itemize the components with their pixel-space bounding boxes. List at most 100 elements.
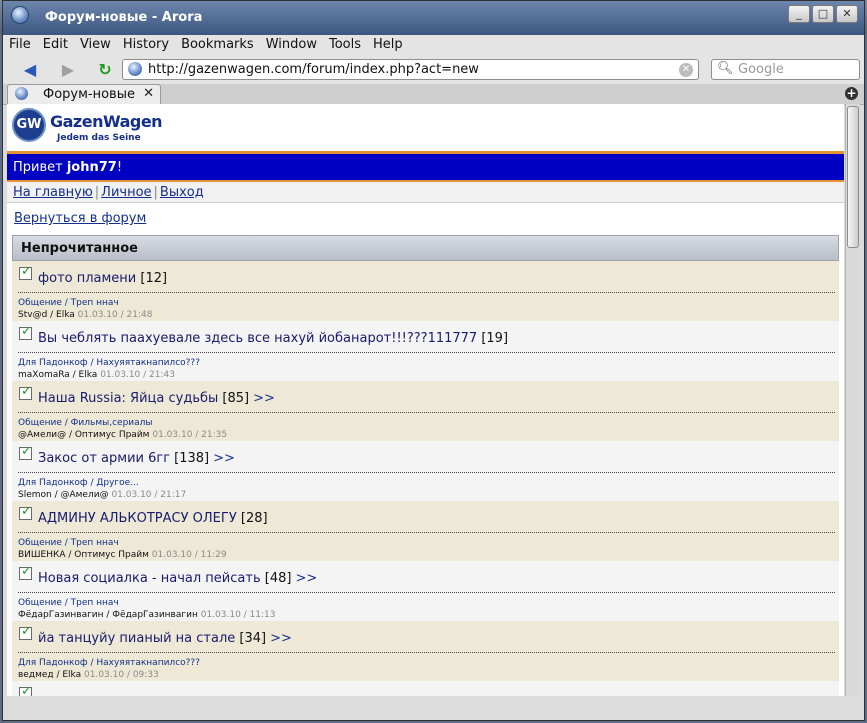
menu-bar: File Edit View History Bookmarks Window Tools H… [3, 35, 864, 56]
topic-date: 01.03.10 / 21:17 [111, 490, 187, 500]
topic-list: фото пламени [12] Общение / Треп ннач St… [12, 261, 839, 696]
topic-title-line: Вы чеблять паахуевале здесь все нахуй йо… [38, 331, 512, 346]
topic-users: @Амели@ / Оптимус Прайм [18, 430, 150, 440]
topic-title-line: йа танцуйу пианый на стале [34] >> [38, 631, 292, 646]
topic-category-link[interactable]: Общение / Фильмы,сериалы [18, 418, 153, 428]
topic-row: АДМИНУ АЛЬКОТРАСУ ОЛЕГУ [28] Общение / Т… [12, 501, 839, 561]
forward-arrow-icon[interactable]: ▶ [57, 60, 79, 80]
topic-last-page-link[interactable]: >> [253, 391, 275, 406]
topic-category-link[interactable]: Общение / Треп ннач [18, 538, 119, 548]
topic-title-link[interactable]: Закос от армии 6гг [38, 451, 170, 466]
topic-title-link[interactable]: фото пламени [38, 271, 136, 286]
topic-post-count: [12] [140, 271, 168, 286]
maximize-button[interactable]: □ [812, 5, 834, 23]
title-bar[interactable]: Форум-новые - Arora _ □ ✕ [3, 1, 864, 35]
clear-url-icon[interactable]: ✕ [679, 63, 693, 77]
close-button[interactable]: ✕ [836, 5, 858, 23]
site-logo-icon[interactable]: GW [12, 108, 46, 142]
greeting-username: john77 [66, 160, 117, 175]
logout-link[interactable]: Выход [160, 185, 204, 200]
search-icon[interactable]: 🔍︎ [717, 61, 734, 76]
personal-link[interactable]: Личное [101, 185, 151, 200]
unread-topic-icon [19, 504, 32, 520]
tab-label: Форум-новые [43, 87, 135, 102]
greeting-bar: Привет john77! [7, 154, 844, 180]
greeting-prefix: Привет [13, 160, 67, 175]
unread-topic-icon [19, 264, 32, 280]
topic-users: ФёдарГазинвагин / ФёдарГазинвагин [18, 610, 198, 620]
topic-title-link[interactable]: Наша Russia: Яйца судьбы [38, 391, 218, 406]
topic-divider [18, 292, 835, 293]
topic-title-line: Закос от армии 6гг [138] >> [38, 451, 235, 466]
unread-topic-icon [19, 564, 32, 580]
topic-divider [18, 592, 835, 593]
topic-last-page-link[interactable]: >> [295, 571, 317, 586]
menu-history[interactable]: History [117, 35, 175, 56]
topic-row: Новая социалка - начал пейсать [48]>> Об… [12, 561, 839, 621]
section-title: Непрочитанное [21, 241, 138, 256]
topic-row: Закос от армии 6гг [138]>> Для Падонкоф … [12, 441, 839, 501]
topic-meta: ведмед / Elka 01.03.10 / 09:33 [18, 670, 159, 680]
url-text[interactable]: http://gazenwagen.com/forum/index.php?ac… [148, 62, 479, 77]
site-slogan: Jedem das Seine [57, 133, 141, 143]
topic-post-count: [34] [239, 631, 267, 646]
topic-title-link[interactable]: йа танцуйу пианый на стале [38, 631, 235, 646]
menu-help[interactable]: Help [367, 35, 409, 56]
status-bar [3, 696, 864, 720]
address-bar[interactable]: http://gazenwagen.com/forum/index.php?ac… [122, 59, 699, 80]
menu-file[interactable]: File [3, 35, 37, 56]
unread-topic-icon [19, 624, 32, 640]
topic-row: Вы чеблять паахуевале здесь все нахуй йо… [12, 321, 839, 381]
topic-category-link[interactable]: Для Падонкоф / Нахуяятакнапилсо??? [18, 358, 200, 368]
back-to-forum-link[interactable]: Вернуться в форум [14, 211, 146, 226]
arora-app-icon [11, 6, 29, 24]
vertical-scrollbar[interactable] [845, 104, 860, 696]
topic-post-count: [19] [481, 331, 509, 346]
topic-users: Slemon / @Амели@ [18, 490, 109, 500]
topic-last-page-link[interactable]: >> [270, 631, 292, 646]
topic-date: 01.03.10 / 21:35 [152, 430, 228, 440]
topic-divider [18, 472, 835, 473]
unread-topic-icon [19, 684, 32, 696]
search-box[interactable]: 🔍︎ Google [711, 59, 860, 80]
topic-users: maXomaRa / Elka [18, 370, 98, 380]
topic-title-line: Новая социалка - начал пейсать [48] >> [38, 571, 317, 586]
menu-bookmarks[interactable]: Bookmarks [175, 35, 260, 56]
topic-title-link[interactable]: Вы чеблять паахуевале здесь все нахуй йо… [38, 331, 477, 346]
unread-topic-icon [19, 444, 32, 460]
topic-title-link[interactable]: Новая социалка - начал пейсать [38, 571, 261, 586]
topic-category-link[interactable]: Общение / Треп ннач [18, 598, 119, 608]
menu-edit[interactable]: Edit [37, 35, 74, 56]
tab-forum-new[interactable]: Форум-новые ✕ [7, 84, 161, 104]
browser-window: Форум-новые - Arora _ □ ✕ File Edit View Hi… [2, 0, 865, 721]
tab-favicon-icon [15, 87, 28, 100]
menu-view[interactable]: View [74, 35, 117, 56]
topic-divider [18, 652, 835, 653]
tab-close-icon[interactable]: ✕ [143, 86, 154, 101]
user-links: На главную | Личное | Выход [7, 182, 844, 203]
topic-divider [18, 532, 835, 533]
back-arrow-icon[interactable]: ◀ [19, 60, 41, 80]
topic-category-link[interactable]: Общение / Треп ннач [18, 298, 119, 308]
topic-post-count: [28] [240, 511, 268, 526]
topic-title-link[interactable]: АДМИНУ АЛЬКОТРАСУ ОЛЕГУ [38, 511, 237, 526]
topic-meta: maXomaRa / Elka 01.03.10 / 21:43 [18, 370, 175, 380]
topic-row [12, 681, 839, 696]
topic-category-link[interactable]: Для Падонкоф / Другое... [18, 478, 139, 488]
reload-icon[interactable]: ↻ [94, 60, 116, 80]
topic-last-page-link[interactable]: >> [213, 451, 235, 466]
search-placeholder: Google [738, 62, 784, 77]
topic-row: Наша Russia: Яйца судьбы [85]>> Общение … [12, 381, 839, 441]
scrollbar-thumb[interactable] [847, 106, 859, 248]
topic-users: Stv@d / Elka [18, 310, 75, 320]
new-tab-icon[interactable]: + [845, 87, 858, 100]
menu-tools[interactable]: Tools [323, 35, 367, 56]
menu-window[interactable]: Window [260, 35, 323, 56]
tab-bar: Форум-новые ✕ + [3, 84, 864, 105]
topic-date: 01.03.10 / 09:33 [84, 670, 159, 680]
home-link[interactable]: На главную [13, 185, 93, 200]
minimize-button[interactable]: _ [788, 5, 810, 23]
topic-divider [18, 412, 835, 413]
topic-divider [18, 352, 835, 353]
topic-category-link[interactable]: Для Падонкоф / Нахуяятакнапилсо??? [18, 658, 200, 668]
